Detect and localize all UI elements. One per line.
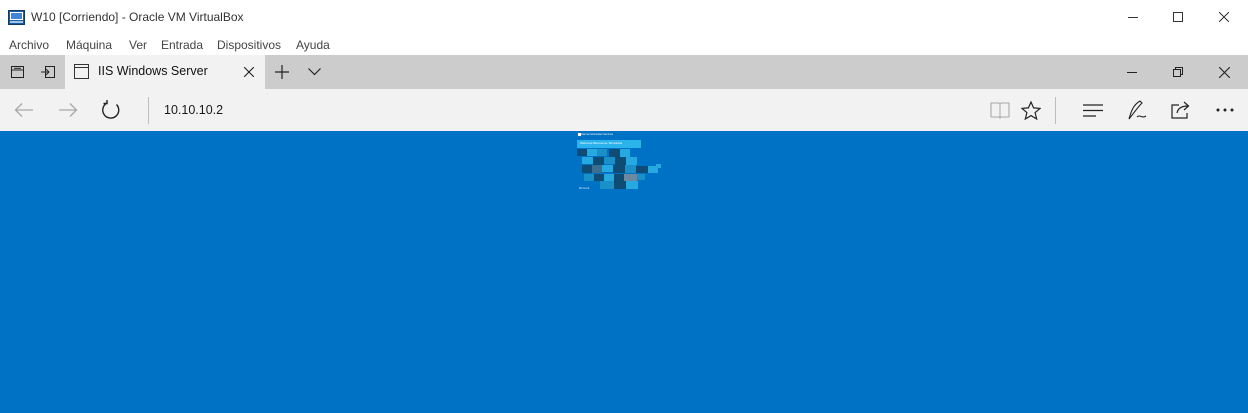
share-button[interactable] xyxy=(1159,89,1203,131)
iis-welcome-banner: Welcome Bienvenue Tervetuloa xyxy=(577,140,641,148)
minimize-icon xyxy=(1127,67,1137,77)
iis-tile-grid xyxy=(577,149,661,189)
back-icon xyxy=(14,102,34,118)
menu-archivo[interactable]: Archivo xyxy=(9,38,49,52)
hub-icon xyxy=(1083,103,1103,117)
tab-preview-button[interactable] xyxy=(2,55,32,89)
menu-maquina[interactable]: Máquina xyxy=(66,38,112,52)
iis-welcome-page: Internet Information Services Welcome Bi… xyxy=(576,132,666,192)
more-button[interactable] xyxy=(1203,89,1247,131)
page-viewport[interactable]: Internet Information Services Welcome Bi… xyxy=(0,131,1248,413)
iis-welcome-text: Welcome Bienvenue Tervetuloa xyxy=(580,141,623,145)
tab-iis-windows-server[interactable]: IIS Windows Server xyxy=(65,55,265,89)
restore-icon xyxy=(1173,67,1183,77)
close-icon xyxy=(1218,66,1230,78)
tab-list-icon xyxy=(307,68,321,76)
hub-button[interactable] xyxy=(1071,89,1115,131)
browser-restore-button[interactable] xyxy=(1158,55,1198,89)
maximize-icon xyxy=(1173,12,1183,22)
iis-footer: Microsoft xyxy=(579,187,590,190)
browser-address-bar xyxy=(0,89,1248,131)
menu-entrada[interactable]: Entrada xyxy=(161,38,203,52)
back-button[interactable] xyxy=(2,89,46,131)
tab-close-icon xyxy=(244,67,254,77)
address-input[interactable] xyxy=(154,99,974,121)
browser-minimize-button[interactable] xyxy=(1112,55,1152,89)
favorite-star-icon xyxy=(1021,100,1041,120)
toolbar-separator xyxy=(1055,97,1056,124)
add-favorite-button[interactable] xyxy=(1009,89,1053,131)
new-tab-icon xyxy=(275,65,289,79)
menu-ver[interactable]: Ver xyxy=(129,38,147,52)
forward-button[interactable] xyxy=(46,89,90,131)
virtualbox-menu-bar: Archivo Máquina Ver Entrada Dispositivos… xyxy=(0,34,1248,55)
minimize-button[interactable] xyxy=(1110,0,1156,34)
menu-dispositivos[interactable]: Dispositivos xyxy=(217,38,281,52)
maximize-button[interactable] xyxy=(1155,0,1201,34)
set-aside-icon xyxy=(41,66,55,78)
refresh-button[interactable] xyxy=(89,89,133,131)
iis-header-logo: Internet Information Services xyxy=(581,133,613,136)
menu-ayuda[interactable]: Ayuda xyxy=(296,38,330,52)
new-tab-button[interactable] xyxy=(268,55,296,89)
set-aside-tabs-button[interactable] xyxy=(32,55,64,89)
browser-tab-bar: IIS Windows Server xyxy=(0,55,1248,89)
tab-preview-icon xyxy=(10,66,24,78)
minimize-icon xyxy=(1128,12,1138,22)
more-icon xyxy=(1216,108,1234,112)
virtualbox-icon xyxy=(8,10,25,25)
browser-close-button[interactable] xyxy=(1204,55,1244,89)
close-icon xyxy=(1219,12,1229,22)
tab-close-button[interactable] xyxy=(241,64,257,80)
page-favicon xyxy=(74,64,89,79)
close-button[interactable] xyxy=(1201,0,1247,34)
web-note-icon xyxy=(1127,100,1147,120)
share-icon xyxy=(1171,101,1191,119)
tab-list-button[interactable] xyxy=(300,55,328,89)
tab-title: IIS Windows Server xyxy=(98,64,208,78)
address-separator xyxy=(148,97,149,124)
virtualbox-title-bar: W10 [Corriendo] - Oracle VM VirtualBox xyxy=(0,0,1248,34)
forward-icon xyxy=(58,102,78,118)
web-note-button[interactable] xyxy=(1115,89,1159,131)
window-title: W10 [Corriendo] - Oracle VM VirtualBox xyxy=(31,10,244,24)
reading-view-icon xyxy=(990,101,1010,119)
refresh-icon xyxy=(101,100,121,120)
